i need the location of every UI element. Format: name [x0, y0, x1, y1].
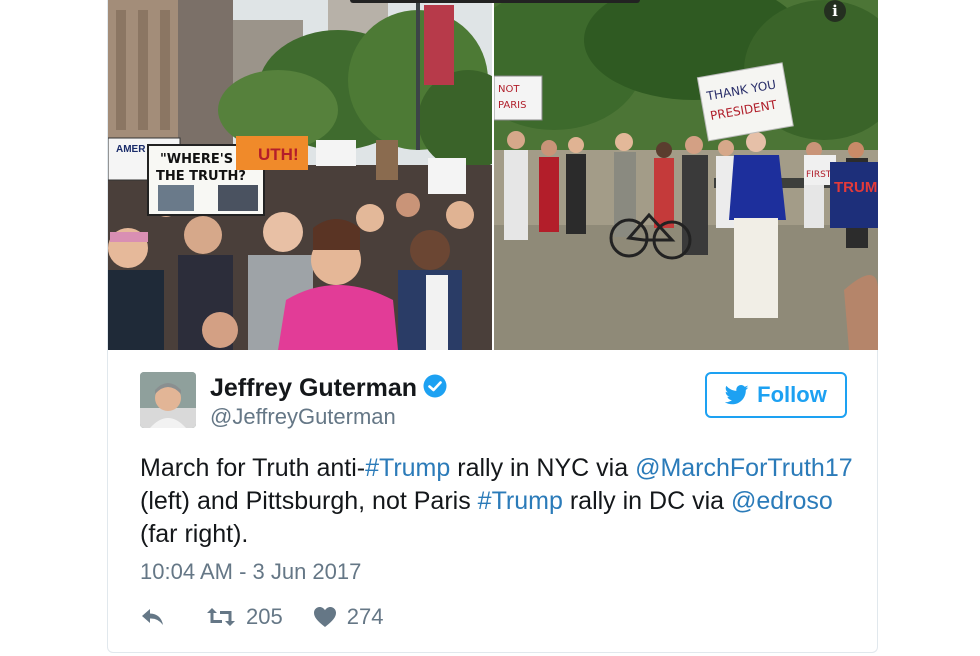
sign-first-text: FIRST [806, 170, 832, 180]
photo-dc-rally[interactable]: NOT PARIS THANK YOU PRESIDENT FIRST TRUM… [494, 0, 878, 350]
avatar-image [140, 372, 196, 428]
reply-icon [142, 609, 163, 625]
sign-amer-text: AMER [116, 144, 146, 155]
avatar[interactable] [140, 372, 196, 428]
hashtag-trump-link[interactable]: #Trump [365, 454, 450, 482]
bird-icon [725, 385, 749, 405]
follow-label: Follow [757, 382, 827, 407]
sign-wheres-text: "WHERE'S [160, 152, 233, 167]
info-icon[interactable]: i [824, 0, 846, 22]
author-handle[interactable]: @JeffreyGuterman [210, 404, 396, 430]
sign-uth-text: UTH! [258, 145, 299, 164]
like-button[interactable]: 274 [313, 604, 384, 630]
sign-truth-text: THE TRUTH? [156, 169, 246, 184]
retweet-count: 205 [246, 604, 283, 629]
like-count: 274 [346, 604, 384, 629]
heart-icon [313, 607, 336, 627]
retweet-button[interactable]: 205 [206, 604, 283, 630]
tweet-text-part: (far right). [140, 520, 249, 548]
tweet-timestamp[interactable]: 10:04 AM - 3 Jun 2017 [140, 559, 361, 585]
tweet-media[interactable]: AMER "WHERE'S THE TRUTH? UTH! NOT PARIS … [108, 0, 878, 350]
photo-nyc-rally[interactable]: AMER "WHERE'S THE TRUTH? UTH! [108, 0, 492, 350]
sign-paris-text: PARIS [498, 100, 526, 111]
media-top-bar [350, 0, 640, 3]
nyc-rally-scene: AMER "WHERE'S THE TRUTH? UTH! [108, 0, 492, 350]
tweet-text-part: March for Truth anti- [140, 454, 366, 482]
verified-icon [423, 374, 447, 398]
tweet-text-part: rally in NYC via [450, 454, 636, 482]
retweet-icon [207, 608, 235, 626]
tweet-text-part: rally in DC via [562, 487, 731, 515]
tweet-text-part: (left) and Pittsburgh, not Paris [140, 487, 478, 515]
mention-edroso-link[interactable]: @edroso [731, 487, 833, 515]
hashtag-trump-link-2[interactable]: #Trump [478, 487, 563, 515]
mention-marchfortruth-link[interactable]: @MarchForTruth17 [635, 454, 853, 482]
sign-trump-text: TRUMP [834, 179, 878, 196]
tweet-text: March for Truth anti-#Trump rally in NYC… [140, 452, 860, 551]
reply-button[interactable] [140, 606, 176, 628]
author-name[interactable]: Jeffrey Guterman [210, 374, 417, 403]
sign-not-text: NOT [498, 84, 520, 95]
embedded-tweet-card: AMER "WHERE'S THE TRUTH? UTH! NOT PARIS … [107, 0, 878, 653]
tweet-actions: 205 274 [140, 602, 413, 632]
follow-button[interactable]: Follow [705, 372, 847, 418]
dc-rally-scene: NOT PARIS THANK YOU PRESIDENT FIRST TRUM… [494, 0, 878, 350]
